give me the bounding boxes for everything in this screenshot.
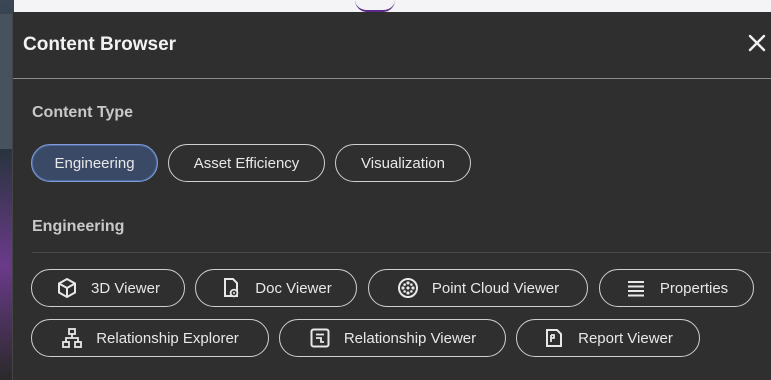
tool-label: 3D Viewer — [91, 279, 160, 297]
engineering-heading: Engineering — [32, 218, 125, 235]
chip-visualization[interactable]: Visualization — [335, 144, 471, 182]
panel-header: Content Browser — [13, 12, 771, 79]
report-icon — [543, 327, 565, 349]
tool-label: Properties — [659, 279, 729, 297]
panel-title: Content Browser — [23, 34, 177, 55]
tool-label: Relationship Explorer — [96, 329, 239, 347]
tool-label: Report Viewer — [578, 329, 673, 347]
tool-report-viewer[interactable]: Report Viewer — [516, 319, 700, 357]
tool-label: Doc Viewer — [255, 279, 332, 297]
background-curve — [355, 0, 395, 12]
section-divider — [32, 252, 771, 253]
tool-point-cloud-viewer[interactable]: Point Cloud Viewer — [368, 269, 588, 307]
chip-label: Engineering — [54, 154, 135, 172]
hierarchy-icon — [61, 327, 83, 349]
tool-label: Point Cloud Viewer — [431, 279, 560, 297]
tool-relationship-viewer[interactable]: Relationship Viewer — [279, 319, 506, 357]
tool-doc-viewer[interactable]: Doc Viewer — [195, 269, 357, 307]
chip-label: Asset Efficiency — [193, 154, 300, 172]
document-eye-icon — [220, 277, 242, 299]
chip-engineering[interactable]: Engineering — [31, 144, 158, 182]
chip-asset-efficiency[interactable]: Asset Efficiency — [168, 144, 325, 182]
content-browser-panel: Content Browser Content Type Engineering… — [12, 12, 771, 380]
tool-label: Relationship Viewer — [343, 329, 477, 347]
tool-3d-viewer[interactable]: 3D Viewer — [31, 269, 185, 307]
tool-relationship-explorer[interactable]: Relationship Explorer — [31, 319, 269, 357]
linked-boxes-icon — [309, 327, 331, 349]
tool-properties[interactable]: Properties — [599, 269, 754, 307]
chip-label: Visualization — [361, 154, 445, 172]
point-cloud-icon — [397, 277, 419, 299]
content-type-heading: Content Type — [32, 104, 134, 121]
cube-icon — [56, 277, 78, 299]
list-lines-icon — [625, 277, 647, 299]
close-icon[interactable] — [746, 32, 768, 54]
